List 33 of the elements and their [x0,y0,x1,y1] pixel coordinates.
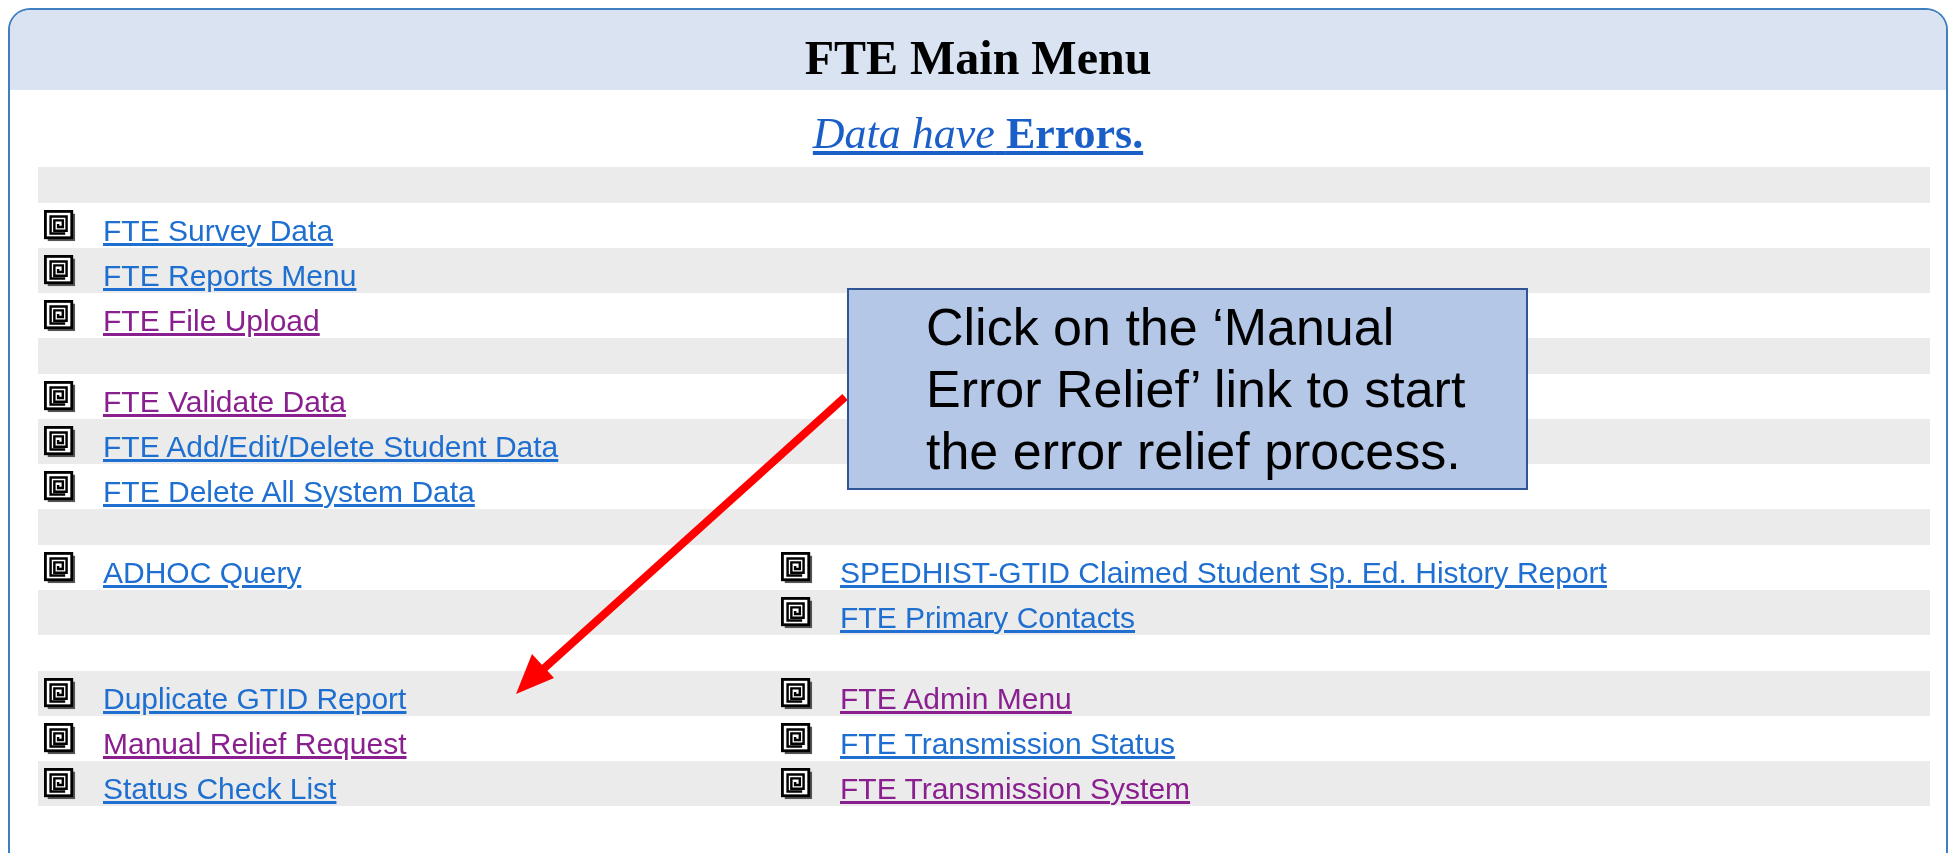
spiral-icon [44,551,76,584]
spiral-icon [44,209,76,242]
spiral-icon [781,767,813,800]
spiral-icon [44,470,76,503]
spiral-icon [44,677,76,710]
menu-title: FTE Main Menu [804,29,1152,85]
menu-link[interactable]: SPEDHIST-GTID Claimed Student Sp. Ed. History Report [840,555,1607,590]
menu-link[interactable]: FTE Reports Menu [103,258,357,293]
menu-link[interactable]: ADHOC Query [103,555,302,590]
spiral-icon [781,677,813,710]
menu-link[interactable]: FTE Delete All System Data [103,474,475,509]
menu-link[interactable]: FTE Transmission System [840,771,1191,806]
spiral-icon [781,722,813,755]
spiral-icon [44,254,76,287]
menu-link[interactable]: FTE Transmission Status [840,726,1176,761]
menu-link[interactable]: FTE Add/Edit/Delete Student Data [103,429,559,464]
spiral-icon [44,299,76,332]
menu-link[interactable]: FTE Survey Data [103,213,334,248]
spiral-icon [781,596,813,629]
menu-link[interactable]: FTE Validate Data [103,384,346,419]
menu-link[interactable]: FTE Admin Menu [840,681,1072,716]
errors-link[interactable]: Data have Errors. [812,109,1144,158]
spiral-icon [44,722,76,755]
menu-link[interactable]: FTE Primary Contacts [840,600,1136,635]
spiral-icon [44,425,76,458]
spiral-icon [44,767,76,800]
menu-link[interactable]: Duplicate GTID Report [103,681,407,716]
menu-link[interactable]: Status Check List [103,771,337,806]
spiral-icon [44,380,76,413]
menu-link[interactable]: Manual Relief Request [103,726,407,761]
spiral-icon [781,551,813,584]
menu-link[interactable]: FTE File Upload [103,303,320,338]
callout-note: Click on the ‘Manual Error Relief’ link to start the error relief process. [847,288,1528,490]
